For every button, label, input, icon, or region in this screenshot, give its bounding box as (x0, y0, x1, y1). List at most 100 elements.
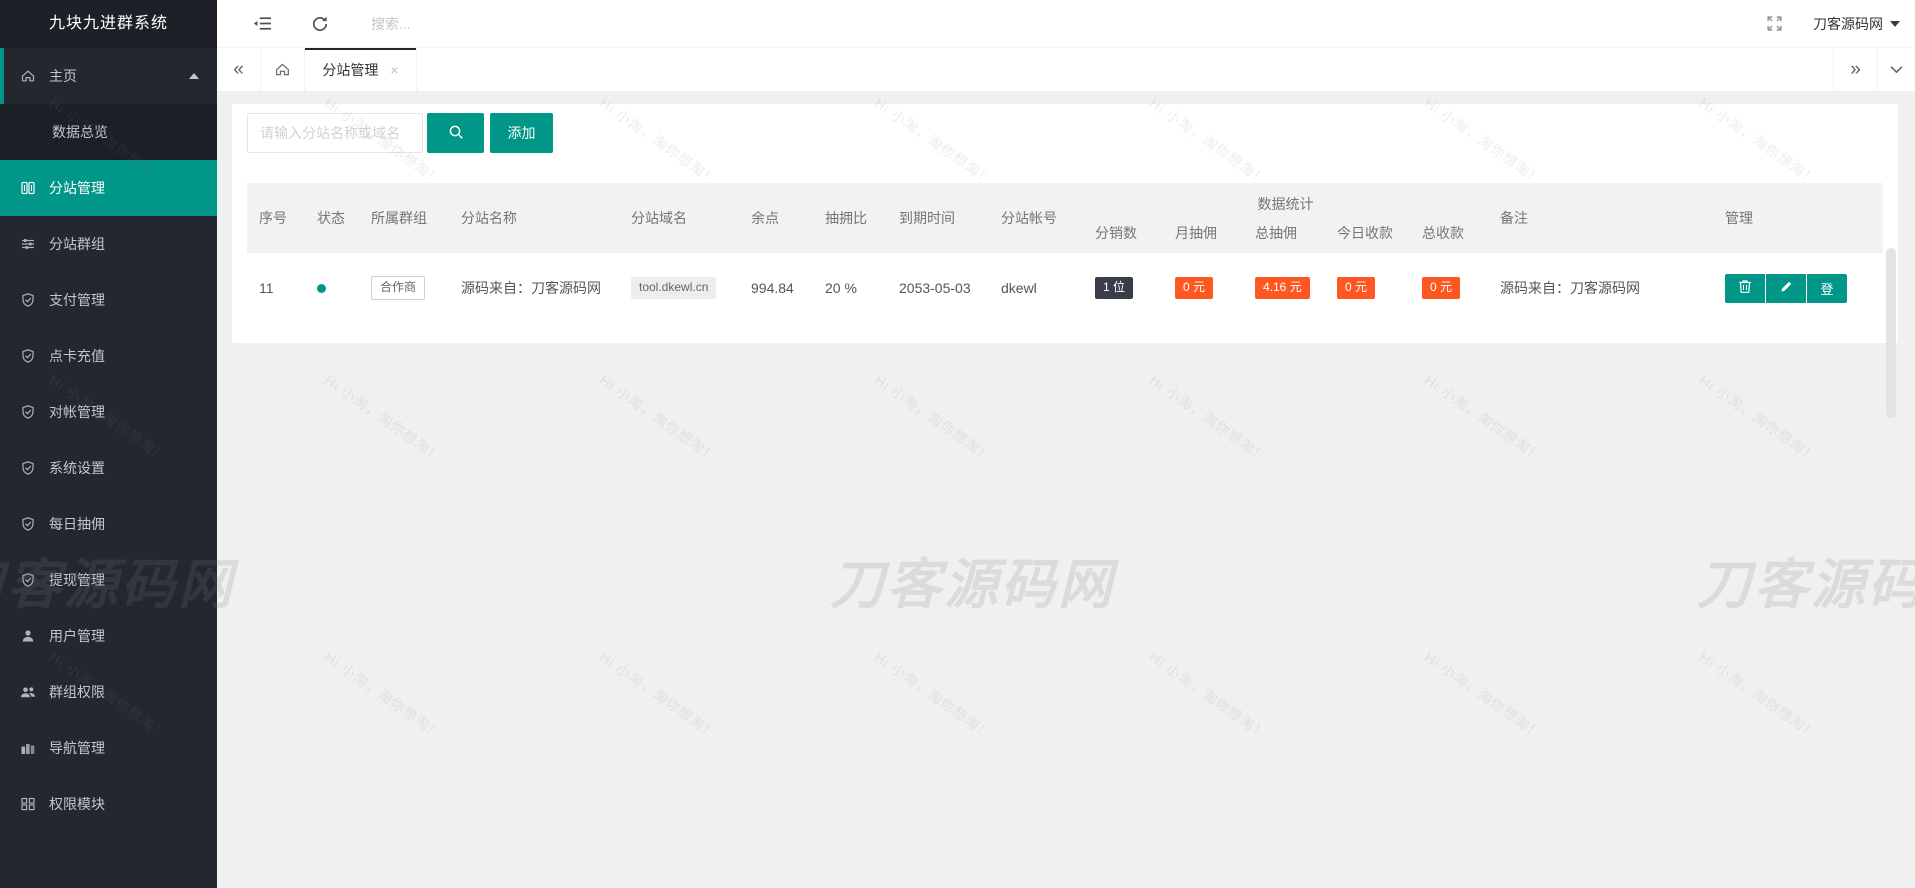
cell-status (305, 283, 359, 293)
stats-subheaders: 分销数 月抽佣 总抽佣 今日收款 总收款 (1083, 223, 1488, 243)
tab-close-icon[interactable]: × (390, 62, 398, 78)
sidebar-item-label: 用户管理 (49, 628, 105, 644)
sidebar-item-daily-commission[interactable]: 每日抽佣 (0, 496, 217, 552)
total-income-badge: 0 元 (1422, 277, 1461, 299)
table-header: 序号 状态 所属群组 分站名称 分站域名 余点 抽拥比 到期时间 分站帐号 数据… (247, 183, 1883, 253)
user-menu[interactable]: 刀客源码网 (1813, 14, 1900, 34)
add-button[interactable]: 添加 (490, 113, 553, 153)
sidebar-item-payment[interactable]: 支付管理 (0, 272, 217, 328)
app-title: 九块九进群系统 (0, 0, 217, 48)
login-button[interactable]: 登 (1807, 273, 1847, 303)
fullscreen-icon[interactable] (1763, 13, 1785, 35)
refresh-icon[interactable] (309, 13, 331, 35)
modules-icon (20, 796, 36, 812)
shield-check-icon (20, 348, 36, 364)
sidebar-item-site-groups[interactable]: 分站群组 (0, 216, 217, 272)
edit-button[interactable] (1766, 273, 1806, 303)
column-total-income: 总收款 (1422, 224, 1464, 241)
sidebar-item-card-recharge[interactable]: 点卡充值 (0, 328, 217, 384)
sidebar-item-label: 群组权限 (49, 684, 105, 700)
sidebar-menu: 主页 数据总览 分站管理 分站群组 支付管理 点卡充值 对帐管理 系统设置 每日… (0, 48, 217, 832)
trash-icon (1738, 279, 1752, 297)
search-icon (447, 123, 465, 144)
column-month-commission: 月抽佣 (1175, 224, 1217, 241)
column-expire: 到期时间 (899, 210, 955, 226)
sidebar-item-label: 导航管理 (49, 740, 105, 756)
scrollbar-thumb[interactable] (1886, 248, 1896, 418)
cell-expire: 2053-05-03 (899, 280, 971, 296)
sidebar-item-user-management[interactable]: 用户管理 (0, 608, 217, 664)
sidebar-item-site-management[interactable]: 分站管理 (0, 160, 217, 216)
column-resellers: 分销数 (1095, 224, 1137, 241)
sidebar: 九块九进群系统 主页 数据总览 分站管理 分站群组 支付管理 点卡充值 对帐管理… (0, 0, 217, 888)
caret-up-icon (189, 68, 199, 79)
sidebar-item-label: 对帐管理 (49, 404, 105, 420)
nav-icon (20, 740, 36, 756)
column-seq: 序号 (259, 210, 287, 226)
column-balance: 余点 (751, 210, 779, 226)
sidebar-item-data-overview[interactable]: 数据总览 (0, 104, 217, 160)
home-icon (20, 68, 36, 84)
topbar: 刀客源码网 (217, 0, 1915, 48)
tab-home[interactable] (261, 48, 305, 91)
cell-balance: 994.84 (751, 280, 794, 296)
menu-fold-icon[interactable] (251, 13, 273, 35)
topbar-right: 刀客源码网 (1763, 13, 1900, 35)
cell-total-income: 0 元 (1410, 277, 1488, 299)
sidebar-item-withdrawal[interactable]: 提现管理 (0, 552, 217, 608)
delete-button[interactable] (1725, 273, 1765, 303)
tabbar: « 分站管理 × » (217, 48, 1915, 91)
column-total-commission: 总抽佣 (1255, 224, 1297, 241)
month-commission-badge: 0 元 (1175, 277, 1214, 299)
tabs-scroll-left-button[interactable]: « (217, 48, 261, 91)
resellers-badge: 1 位 (1095, 277, 1134, 299)
sidebar-item-label: 提现管理 (49, 572, 105, 588)
sidebar-item-home[interactable]: 主页 (0, 48, 217, 104)
search-button[interactable] (427, 113, 484, 153)
cell-today-income: 0 元 (1325, 277, 1410, 299)
sidebar-item-label: 分站管理 (49, 180, 105, 196)
today-income-badge: 0 元 (1337, 277, 1376, 299)
sidebar-item-reconciliation[interactable]: 对帐管理 (0, 384, 217, 440)
site-management-card: 添加 序号 状态 所属群组 分站名称 分站域名 余点 抽拥比 到期时间 分站帐号… (232, 104, 1898, 343)
sidebar-item-label: 系统设置 (49, 460, 105, 476)
cell-group: 合作商 (359, 276, 449, 300)
sidebar-item-label: 分站群组 (49, 236, 105, 252)
sidebar-item-label: 支付管理 (49, 292, 105, 308)
sidebar-item-group-permissions[interactable]: 群组权限 (0, 664, 217, 720)
user-icon (20, 628, 36, 644)
column-site-name: 分站名称 (461, 210, 517, 226)
tab-label: 分站管理 (322, 61, 379, 78)
sliders-icon (20, 236, 36, 252)
shield-check-icon (20, 404, 36, 420)
group-badge: 合作商 (371, 276, 426, 300)
column-account: 分站帐号 (1001, 210, 1057, 226)
sidebar-item-navigation[interactable]: 导航管理 (0, 720, 217, 776)
site-filter-input[interactable] (247, 113, 423, 153)
cell-rate: 20 % (825, 280, 857, 296)
shield-check-icon (20, 572, 36, 588)
caret-down-icon (1890, 20, 1900, 32)
main-area: 刀客源码网 « 分站管理 × » (217, 0, 1915, 888)
cell-total-commission: 4.16 元 (1243, 277, 1325, 299)
content-area: 添加 序号 状态 所属群组 分站名称 分站域名 余点 抽拥比 到期时间 分站帐号… (217, 92, 1915, 888)
column-rate: 抽拥比 (825, 210, 867, 226)
column-domain: 分站域名 (631, 210, 687, 226)
domain-badge: tool.dkewl.cn (631, 277, 717, 299)
topbar-search-input[interactable] (371, 15, 611, 32)
sidebar-item-label: 数据总览 (52, 124, 108, 140)
tabs-scroll-right-button[interactable]: » (1833, 48, 1877, 91)
status-dot (317, 283, 326, 293)
tab-dropdown-button[interactable] (1877, 48, 1915, 91)
tab-site-management[interactable]: 分站管理 × (305, 48, 417, 91)
shield-check-icon (20, 460, 36, 476)
sidebar-item-permission-modules[interactable]: 权限模块 (0, 776, 217, 832)
cell-seq: 11 (259, 280, 274, 296)
columns-icon (20, 180, 36, 196)
tabbar-spacer (417, 48, 1833, 91)
sidebar-item-label: 权限模块 (49, 796, 105, 812)
column-group: 所属群组 (371, 210, 427, 226)
sidebar-item-label: 点卡充值 (49, 348, 105, 364)
column-group-stats: 数据统计 分销数 月抽佣 总抽佣 今日收款 总收款 (1083, 183, 1488, 253)
sidebar-item-system-settings[interactable]: 系统设置 (0, 440, 217, 496)
